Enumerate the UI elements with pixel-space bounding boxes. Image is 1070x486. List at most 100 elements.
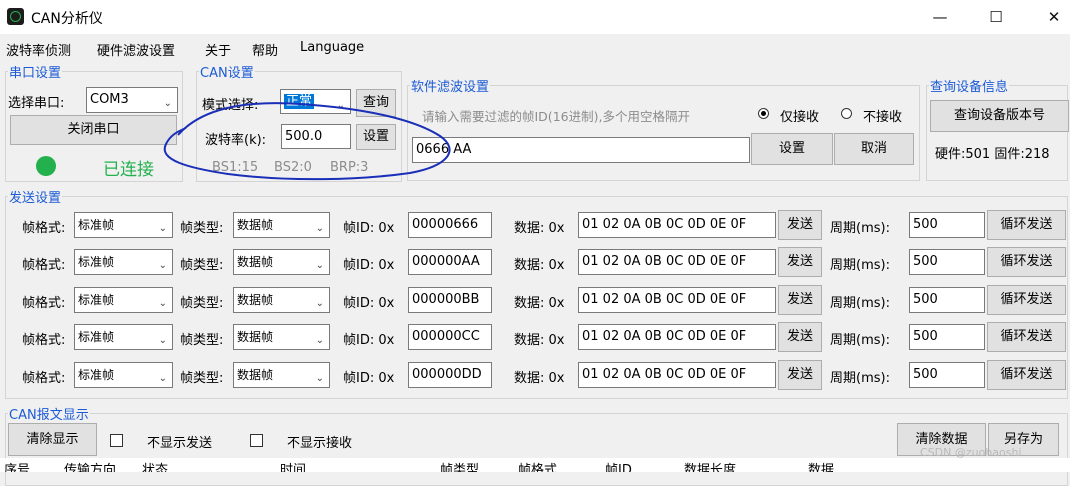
menu-help[interactable]: 帮助 [252, 40, 278, 59]
frame-id-label: 帧ID: 0x [343, 258, 395, 273]
data-label: 数据: 0x [514, 371, 565, 386]
send-button[interactable]: 发送 [778, 210, 822, 240]
chevron-down-icon: ⌄ [315, 260, 324, 271]
chevron-down-icon: ⌄ [315, 373, 324, 384]
filter-cancel-button[interactable]: 取消 [834, 133, 914, 165]
device-info-legend: 查询设备信息 [930, 80, 1009, 95]
frame-id-input[interactable]: 000000BB [408, 287, 492, 313]
period-input[interactable]: 500 [909, 249, 985, 275]
bs1-label: BS1:15 [212, 160, 259, 175]
frame-format-value: 标准帧 [78, 368, 115, 382]
frame-type-select[interactable]: 数据帧 ⌄ [233, 249, 330, 275]
frame-type-label: 帧类型: [180, 258, 224, 273]
data-input[interactable]: 01 02 0A 0B 0C 0D 0E 0F [578, 362, 776, 388]
menu-bar: 波特率侦测 硬件滤波设置 关于 帮助 Language [0, 36, 1070, 60]
frame-format-label: 帧格式: [22, 371, 66, 386]
period-label: 周期(ms): [830, 258, 890, 273]
frame-format-value: 标准帧 [78, 255, 115, 269]
frame-type-value: 数据帧 [237, 330, 274, 344]
chevron-down-icon: ⌄ [158, 223, 167, 234]
frame-id-input[interactable]: 000000AA [408, 249, 492, 275]
frame-format-select[interactable]: 标准帧 ⌄ [74, 324, 173, 350]
frame-format-select[interactable]: 标准帧 ⌄ [74, 212, 173, 238]
frame-format-select[interactable]: 标准帧 ⌄ [74, 249, 173, 275]
menu-baud-detect[interactable]: 波特率侦测 [6, 40, 71, 59]
hide-send-checkbox[interactable] [110, 434, 123, 447]
frame-format-select[interactable]: 标准帧 ⌄ [74, 362, 173, 388]
menu-about[interactable]: 关于 [205, 40, 231, 59]
minimize-icon[interactable]: — [920, 4, 960, 30]
data-input[interactable]: 01 02 0A 0B 0C 0D 0E 0F [578, 324, 776, 350]
loop-send-button[interactable]: 循环发送 [987, 285, 1066, 315]
frame-id-label: 帧ID: 0x [343, 371, 395, 386]
col-data: 数据 [808, 463, 835, 472]
watermark: CSDN @zuohaoshi [920, 446, 1022, 459]
mode-select[interactable]: 正常 ⌄ [280, 89, 351, 114]
frame-id-input[interactable]: 00000666 [408, 212, 492, 238]
app-icon [7, 8, 24, 25]
loop-send-button[interactable]: 循环发送 [987, 247, 1066, 277]
frame-format-value: 标准帧 [78, 218, 115, 232]
col-frame-type: 帧类型 [440, 463, 480, 472]
period-label: 周期(ms): [830, 296, 890, 311]
chevron-down-icon: ⌄ [315, 335, 324, 346]
display-legend: CAN报文显示 [9, 408, 89, 423]
query-version-button[interactable]: 查询设备版本号 [930, 100, 1069, 132]
clear-display-button[interactable]: 清除显示 [8, 423, 97, 456]
filter-set-button[interactable]: 设置 [751, 133, 833, 165]
frame-format-label: 帧格式: [22, 221, 66, 236]
frame-type-select[interactable]: 数据帧 ⌄ [233, 324, 330, 350]
port-label: 选择串口: [8, 96, 65, 111]
data-input[interactable]: 01 02 0A 0B 0C 0D 0E 0F [578, 249, 776, 275]
filter-settings-legend: 软件滤波设置 [411, 80, 490, 95]
chevron-down-icon: ⌄ [158, 335, 167, 346]
baud-input[interactable]: 500.0 [281, 124, 351, 149]
frame-format-select[interactable]: 标准帧 ⌄ [74, 287, 173, 313]
send-button[interactable]: 发送 [778, 322, 822, 352]
period-input[interactable]: 500 [909, 324, 985, 350]
maximize-icon[interactable]: ☐ [976, 4, 1016, 30]
menu-hw-filter[interactable]: 硬件滤波设置 [97, 40, 175, 59]
send-button[interactable]: 发送 [778, 360, 822, 390]
port-select[interactable]: COM3 ⌄ [86, 87, 178, 113]
period-input[interactable]: 500 [909, 362, 985, 388]
baud-set-button[interactable]: 设置 [356, 124, 396, 150]
period-label: 周期(ms): [830, 333, 890, 348]
filter-ids-input[interactable]: 0666 AA [412, 137, 750, 163]
mode-value: 正常 [284, 94, 315, 109]
menu-language[interactable]: Language [300, 40, 364, 55]
frame-id-input[interactable]: 000000DD [408, 362, 492, 388]
data-input[interactable]: 01 02 0A 0B 0C 0D 0E 0F [578, 212, 776, 238]
hide-receive-checkbox[interactable] [250, 434, 263, 447]
data-label: 数据: 0x [514, 333, 565, 348]
frame-type-label: 帧类型: [180, 371, 224, 386]
close-port-button[interactable]: 关闭串口 [10, 115, 177, 145]
send-button[interactable]: 发送 [778, 285, 822, 315]
window-title: CAN分析仪 [31, 11, 103, 27]
loop-send-button[interactable]: 循环发送 [987, 360, 1066, 390]
period-input[interactable]: 500 [909, 287, 985, 313]
frame-id-input[interactable]: 000000CC [408, 324, 492, 350]
close-icon[interactable]: ✕ [1034, 4, 1070, 30]
loop-send-button[interactable]: 循环发送 [987, 322, 1066, 352]
loop-send-button[interactable]: 循环发送 [987, 210, 1066, 240]
frame-type-select[interactable]: 数据帧 ⌄ [233, 287, 330, 313]
frame-type-select[interactable]: 数据帧 ⌄ [233, 362, 330, 388]
chevron-down-icon: ⌄ [315, 298, 324, 309]
frame-type-value: 数据帧 [237, 293, 274, 307]
frame-format-label: 帧格式: [22, 296, 66, 311]
frame-type-select[interactable]: 数据帧 ⌄ [233, 212, 330, 238]
send-button[interactable]: 发送 [778, 247, 822, 277]
data-label: 数据: 0x [514, 296, 565, 311]
query-button[interactable]: 查询 [356, 89, 396, 117]
not-receive-radio[interactable] [841, 108, 852, 119]
hide-receive-label: 不显示接收 [287, 436, 353, 451]
only-receive-radio[interactable] [758, 108, 769, 119]
data-input[interactable]: 01 02 0A 0B 0C 0D 0E 0F [578, 287, 776, 313]
frame-format-label: 帧格式: [22, 333, 66, 348]
period-input[interactable]: 500 [909, 212, 985, 238]
bs2-label: BS2:0 [274, 160, 312, 175]
frame-id-label: 帧ID: 0x [343, 296, 395, 311]
period-label: 周期(ms): [830, 371, 890, 386]
frame-format-value: 标准帧 [78, 293, 115, 307]
